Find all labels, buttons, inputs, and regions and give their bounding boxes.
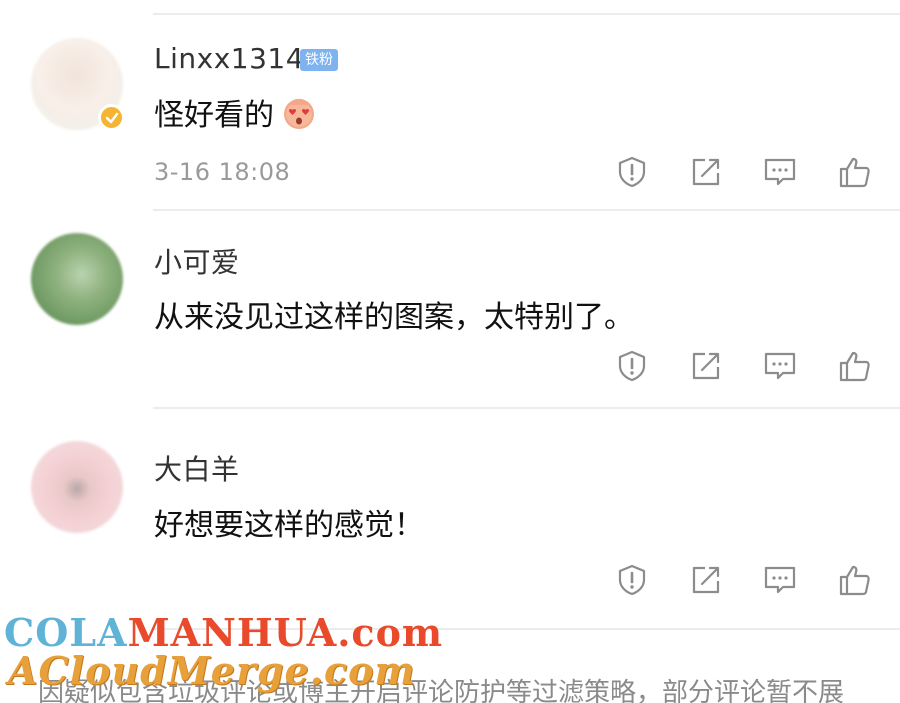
comment-text-content: 怪好看的 [154, 98, 274, 133]
comment-timestamp: 3-16 18:08 [154, 158, 291, 186]
verified-badge-icon [98, 104, 125, 131]
comment-button[interactable] [760, 560, 800, 600]
like-icon [839, 157, 870, 188]
comment-text: 怪好看的 [154, 90, 318, 139]
share-icon [692, 158, 720, 186]
heart-eyes-emoji-icon [280, 93, 318, 139]
comment-text: 从来没见过这样的图案，太特别了。 [154, 300, 634, 335]
report-icon [618, 350, 646, 382]
like-icon [839, 351, 870, 382]
comment-button[interactable] [760, 152, 800, 192]
top-divider [153, 13, 900, 15]
comment-icon [764, 566, 796, 594]
comment-text: 好想要这样的感觉！ [154, 508, 424, 543]
comment-icon [764, 158, 796, 186]
share-icon [692, 566, 720, 594]
comment-button[interactable] [760, 346, 800, 386]
watermark-acloudmerge: ACloudMerge.com [8, 648, 416, 693]
share-button[interactable] [686, 152, 726, 192]
comment-divider [153, 407, 900, 409]
report-button[interactable] [612, 346, 652, 386]
username[interactable]: Linxx1314 [154, 42, 304, 75]
report-icon [618, 564, 646, 596]
fan-badge: 铁粉 [300, 49, 338, 71]
username[interactable]: 大白羊 [154, 448, 240, 488]
share-button[interactable] [686, 560, 726, 600]
report-button[interactable] [612, 152, 652, 192]
avatar[interactable] [31, 441, 123, 533]
report-button[interactable] [612, 560, 652, 600]
share-button[interactable] [686, 346, 726, 386]
share-icon [692, 352, 720, 380]
avatar[interactable] [31, 233, 123, 325]
comment-divider [153, 209, 900, 211]
username[interactable]: 小可爱 [154, 241, 240, 281]
like-icon [839, 565, 870, 596]
like-button[interactable] [835, 152, 875, 192]
like-button[interactable] [835, 346, 875, 386]
like-button[interactable] [835, 560, 875, 600]
report-icon [618, 156, 646, 188]
comment-icon [764, 352, 796, 380]
